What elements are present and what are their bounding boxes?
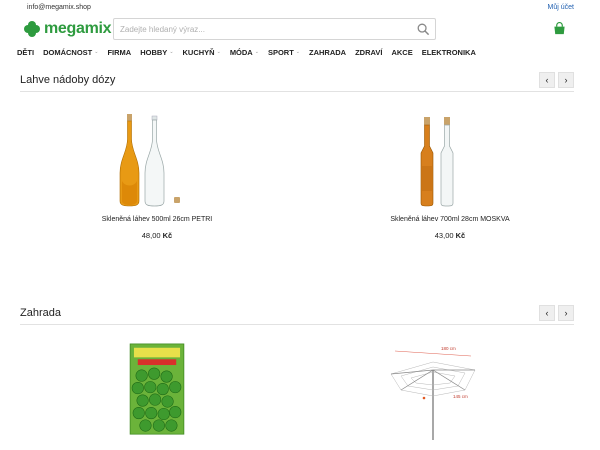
prev-arrow-icon[interactable]: ‹ bbox=[539, 305, 555, 321]
prev-arrow-icon[interactable]: ‹ bbox=[539, 72, 555, 88]
search-icon[interactable] bbox=[417, 23, 430, 36]
nav-item-label: DĚTI bbox=[17, 47, 35, 57]
next-arrow-icon[interactable]: › bbox=[558, 72, 574, 88]
carousel-controls: ‹ › bbox=[536, 72, 574, 88]
nav-item-label: DOMÁCNOST bbox=[43, 47, 93, 57]
product-card[interactable]: 180 cm 145 cm bbox=[313, 342, 553, 442]
nav-item-zahrada[interactable]: ZAHRADA bbox=[309, 48, 346, 57]
search-box bbox=[113, 18, 436, 40]
product-card[interactable] bbox=[37, 342, 277, 438]
nav-item-domácnost[interactable]: DOMÁCNOST ⌄ bbox=[43, 48, 98, 57]
bottle-moskva-image[interactable] bbox=[400, 111, 500, 211]
product-price: 43,00 Kč bbox=[434, 231, 466, 240]
dimension-label: 145 cm bbox=[453, 394, 468, 399]
section-title: Lahve nádoby dózy bbox=[20, 74, 116, 86]
nav-item-label: ZDRAVÍ bbox=[355, 47, 383, 57]
nav-item-firma[interactable]: FIRMA bbox=[107, 48, 131, 57]
next-arrow-icon[interactable]: › bbox=[558, 305, 574, 321]
section-header: Zahrada ‹ › bbox=[20, 305, 574, 325]
my-account-link[interactable]: Můj účet bbox=[548, 4, 574, 11]
section-title: Zahrada bbox=[20, 307, 61, 319]
nav-item-zdraví[interactable]: ZDRAVÍ bbox=[355, 48, 382, 57]
main-nav: DĚTI DOMÁCNOST ⌄ FIRMA HOBBY ⌄ KUCHYŇ ⌄ MÓDA ⌄ SPO… bbox=[17, 46, 485, 58]
bottle-petri-image[interactable] bbox=[107, 111, 207, 211]
nav-item-hobby[interactable]: HOBBY ⌄ bbox=[140, 48, 173, 57]
product-card[interactable]: Skleněná láhev 700ml 28cm MOSKVA 43,00 K… bbox=[330, 111, 570, 240]
product-name[interactable]: Skleněná láhev 700ml 28cm MOSKVA bbox=[330, 216, 570, 223]
nav-item-kuchyň[interactable]: KUCHYŇ ⌄ bbox=[183, 48, 221, 57]
section-header: Lahve nádoby dózy ‹ › bbox=[20, 72, 574, 92]
nav-item-móda[interactable]: MÓDA ⌄ bbox=[230, 48, 259, 57]
chevron-down-icon: ⌄ bbox=[216, 49, 221, 55]
contact-email[interactable]: info@megamix.shop bbox=[27, 4, 91, 11]
nav-item-elektronika[interactable]: ELEKTRONIKA bbox=[422, 48, 476, 57]
chevron-down-icon: ⌄ bbox=[254, 49, 259, 55]
top-bar: info@megamix.shop Můj účet bbox=[0, 0, 600, 16]
clothes-dryer-image[interactable]: 180 cm 145 cm bbox=[383, 342, 483, 442]
product-price: 48,00 Kč bbox=[141, 231, 173, 240]
chevron-down-icon: ⌄ bbox=[295, 49, 300, 55]
nav-item-sport[interactable]: SPORT ⌄ bbox=[268, 48, 300, 57]
nav-item-label: KUCHYŇ bbox=[182, 47, 215, 57]
dimension-label: 180 cm bbox=[441, 346, 456, 351]
shopping-bag-icon[interactable] bbox=[553, 22, 566, 35]
carousel-controls: ‹ › bbox=[536, 305, 574, 321]
nav-item-label: ELEKTRONIKA bbox=[421, 47, 476, 57]
nav-item-label: HOBBY bbox=[140, 47, 168, 57]
nav-item-label: ZAHRADA bbox=[308, 47, 347, 57]
clover-icon bbox=[24, 20, 41, 38]
chevron-down-icon: ⌄ bbox=[94, 49, 99, 55]
nav-item-akce[interactable]: AKCE bbox=[391, 48, 412, 57]
nav-item-label: AKCE bbox=[391, 47, 413, 57]
logo-text: megamix bbox=[44, 20, 112, 37]
nav-item-děti[interactable]: DĚTI bbox=[17, 48, 34, 57]
nav-item-label: FIRMA bbox=[107, 47, 132, 57]
garden-packet-image[interactable] bbox=[107, 342, 207, 438]
logo[interactable]: megamix bbox=[24, 20, 112, 38]
product-card[interactable]: Skleněná láhev 500ml 26cm PETRI 48,00 Kč bbox=[37, 111, 277, 240]
chevron-down-icon: ⌄ bbox=[169, 49, 174, 55]
search-input[interactable] bbox=[114, 19, 404, 40]
nav-item-label: SPORT bbox=[267, 47, 294, 57]
product-name[interactable]: Skleněná láhev 500ml 26cm PETRI bbox=[37, 216, 277, 223]
nav-item-label: MÓDA bbox=[229, 47, 253, 57]
